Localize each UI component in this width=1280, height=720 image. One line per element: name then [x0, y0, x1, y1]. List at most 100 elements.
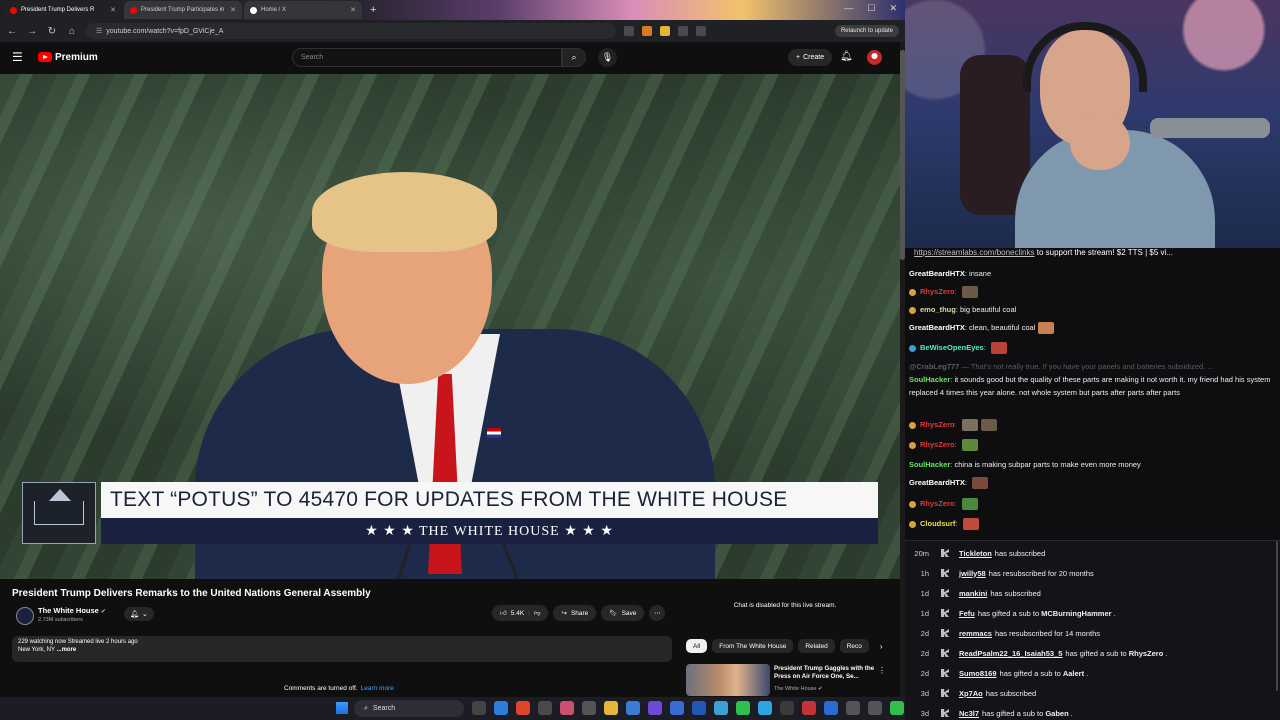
- app-icon[interactable]: [868, 701, 882, 715]
- extension-icon[interactable]: [660, 26, 670, 36]
- forward-icon[interactable]: →: [26, 26, 38, 37]
- search-input[interactable]: Search: [292, 48, 562, 67]
- maximize-icon[interactable]: ☐: [867, 3, 875, 14]
- create-button[interactable]: + Create: [788, 49, 833, 66]
- event-username[interactable]: Sumo8169: [959, 669, 997, 678]
- event-username[interactable]: Tickleton: [959, 549, 992, 558]
- chat-username[interactable]: RhysZero: [920, 440, 955, 449]
- app-icon[interactable]: [846, 701, 860, 715]
- chat-username[interactable]: RhysZero: [920, 420, 955, 429]
- app-icon[interactable]: [758, 701, 772, 715]
- event-username[interactable]: remmacs: [959, 629, 992, 638]
- save-button[interactable]: 🔖︎ Save: [601, 605, 645, 621]
- channel-name[interactable]: The White House ✔: [38, 606, 106, 615]
- event-username[interactable]: ReadPsalm22_16_Isaiah53_5: [959, 649, 1062, 658]
- search-button[interactable]: ⌕: [562, 48, 586, 67]
- task-view-icon[interactable]: [472, 701, 486, 715]
- channel-avatar[interactable]: [16, 607, 34, 625]
- learn-more-link[interactable]: Learn more: [361, 685, 394, 692]
- menu-icon[interactable]: ☰: [12, 50, 32, 64]
- chat-username[interactable]: BeWiseOpenEyes: [920, 343, 984, 352]
- app-icon[interactable]: [560, 701, 574, 715]
- recommended-thumbnail[interactable]: [686, 664, 770, 696]
- event-target[interactable]: Gaben: [1045, 709, 1068, 718]
- more-vert-icon[interactable]: ⋮: [878, 666, 886, 675]
- description-box[interactable]: 229 watching now Streamed live 2 hours a…: [12, 636, 672, 662]
- subscription-bell-button[interactable]: 🔔︎ ⌄: [124, 607, 154, 621]
- site-info-icon[interactable]: ☰: [96, 27, 102, 35]
- chip-all[interactable]: All: [686, 639, 708, 653]
- description-more-link[interactable]: ...more: [57, 647, 77, 653]
- relaunch-button[interactable]: Relaunch to update: [834, 25, 899, 37]
- chat-username[interactable]: emo_thug: [920, 305, 956, 314]
- file-explorer-icon[interactable]: [604, 701, 618, 715]
- chat-username[interactable]: GreatBeardHTX: [909, 269, 965, 278]
- chip-related[interactable]: Related: [798, 639, 835, 653]
- app-icon[interactable]: [626, 701, 640, 715]
- like-button[interactable]: 👍︎ 5.4K | 👎︎: [492, 605, 549, 621]
- app-icon[interactable]: [582, 701, 596, 715]
- browser-tab-x[interactable]: Home / X ✕: [244, 1, 362, 19]
- home-icon[interactable]: ⌂: [66, 26, 78, 37]
- reload-icon[interactable]: ↻: [46, 26, 58, 37]
- app-icon[interactable]: [824, 701, 838, 715]
- chat-username[interactable]: RhysZero: [920, 499, 955, 508]
- streamlabs-link[interactable]: https://streamlabs.com/boneclinks: [914, 248, 1035, 257]
- browser-tab-youtube[interactable]: President Trump Delivers R ✕: [4, 1, 122, 19]
- new-tab-button[interactable]: +: [364, 4, 382, 16]
- event-username[interactable]: mankini: [959, 589, 987, 598]
- spotify-icon[interactable]: [736, 701, 750, 715]
- app-icon[interactable]: [802, 701, 816, 715]
- app-icon[interactable]: [670, 701, 684, 715]
- extension-icon[interactable]: [642, 26, 652, 36]
- minimize-icon[interactable]: —: [844, 3, 853, 14]
- chip-recently-uploaded[interactable]: Reco: [839, 639, 869, 653]
- chat-username[interactable]: SoulHacker: [909, 460, 950, 469]
- account-avatar[interactable]: [867, 50, 882, 65]
- event-target[interactable]: MCBurningHammer: [1041, 609, 1111, 618]
- event-username[interactable]: Xp7Ao: [959, 689, 983, 698]
- browser-tab-second[interactable]: President Trump Participates in ✕: [124, 1, 242, 19]
- event-target[interactable]: Aalert: [1063, 669, 1084, 678]
- chrome-icon[interactable]: [516, 701, 530, 715]
- close-tab-icon[interactable]: ✕: [350, 6, 356, 14]
- back-icon[interactable]: ←: [6, 26, 18, 37]
- share-button[interactable]: ↪ Share: [553, 605, 597, 621]
- close-tab-icon[interactable]: ✕: [230, 6, 236, 14]
- chat-username[interactable]: RhysZero: [920, 287, 955, 296]
- chip-from-channel[interactable]: From The White House: [712, 639, 794, 653]
- app-icon[interactable]: [538, 701, 552, 715]
- recommended-title[interactable]: President Trump Gaggles with the Press o…: [774, 665, 876, 681]
- extension-icon[interactable]: [678, 26, 688, 36]
- notifications-bell-icon[interactable]: 🔔︎: [840, 51, 853, 62]
- edge-icon[interactable]: [494, 701, 508, 715]
- chevron-right-icon[interactable]: ›: [880, 642, 883, 651]
- youtube-logo[interactable]: Premium: [38, 52, 98, 63]
- event-target[interactable]: RhysZero: [1129, 649, 1164, 658]
- event-username[interactable]: jwilly58: [959, 569, 986, 578]
- taskbar-search[interactable]: ⌕ Search: [354, 700, 464, 717]
- app-icon[interactable]: [780, 701, 794, 715]
- close-tab-icon[interactable]: ✕: [110, 6, 116, 14]
- chat-username[interactable]: GreatBeardHTX: [909, 323, 965, 332]
- profile-icon[interactable]: [696, 26, 706, 36]
- thumbs-down-icon[interactable]: 👎︎: [534, 609, 541, 617]
- event-username[interactable]: Fefu: [959, 609, 975, 618]
- chat-username[interactable]: @CrabLeg777: [909, 362, 959, 371]
- voice-search-button[interactable]: 🎙︎: [598, 48, 617, 67]
- app-icon[interactable]: [692, 701, 706, 715]
- video-player[interactable]: TEXT “POTUS” TO 45470 FOR UPDATES FROM T…: [0, 74, 900, 579]
- chat-username[interactable]: Cloudsurf: [920, 519, 955, 528]
- app-icon[interactable]: [648, 701, 662, 715]
- chat-username[interactable]: SoulHacker: [909, 375, 950, 384]
- windows-start-icon[interactable]: [336, 702, 348, 714]
- event-username[interactable]: Nc3l7: [959, 709, 979, 718]
- recommended-video[interactable]: President Trump Gaggles with the Press o…: [686, 664, 890, 696]
- url-field[interactable]: ☰ youtube.com/watch?v=fpD_GViCje_A: [86, 23, 616, 39]
- chat-username[interactable]: GreatBeardHTX: [909, 478, 965, 487]
- app-icon[interactable]: [714, 701, 728, 715]
- extension-icon[interactable]: [624, 26, 634, 36]
- close-window-icon[interactable]: ✕: [889, 3, 897, 14]
- more-actions-button[interactable]: ⋯: [649, 605, 666, 621]
- events-scrollbar[interactable]: [1276, 541, 1278, 691]
